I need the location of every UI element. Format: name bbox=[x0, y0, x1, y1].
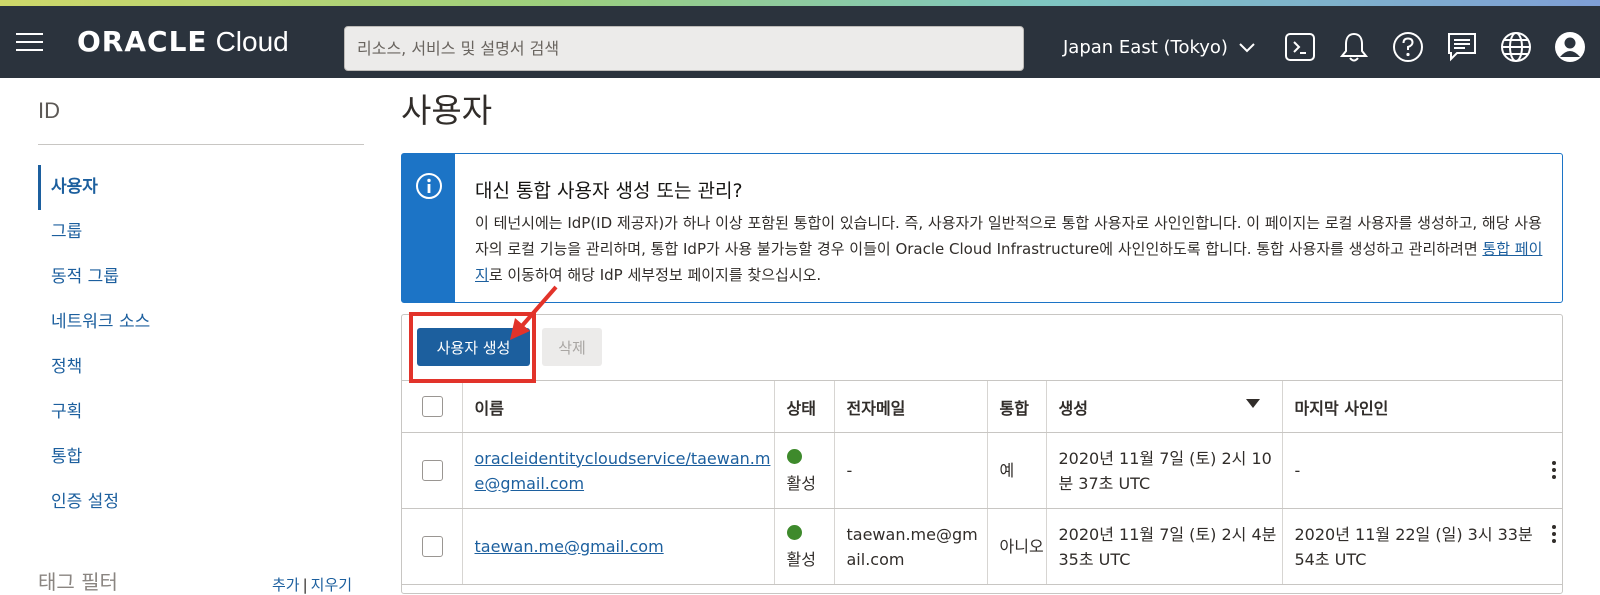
sidebar-item-dynamic-groups[interactable]: 동적 그룹 bbox=[38, 255, 368, 300]
row-actions-icon[interactable] bbox=[1552, 458, 1558, 482]
info-title: 대신 통합 사용자 생성 또는 관리? bbox=[475, 180, 743, 202]
tag-add-link[interactable]: 추가 bbox=[272, 576, 300, 594]
column-header-federated[interactable]: 통합 bbox=[986, 380, 1046, 433]
help-icon[interactable] bbox=[1391, 30, 1425, 64]
info-body: 이 테넌시에는 IdP(ID 제공자)가 하나 이상 포함된 통합이 있습니다.… bbox=[475, 210, 1545, 288]
region-label: Japan East (Tokyo) bbox=[1063, 37, 1228, 58]
status-active-dot bbox=[786, 448, 802, 464]
highlight-box bbox=[409, 312, 536, 383]
row-actions-icon[interactable] bbox=[1552, 522, 1558, 546]
column-header-created[interactable]: 생성 bbox=[1045, 380, 1282, 433]
last-signin-cell: 2020년 11월 22일 (일) 3시 33분 54초 UTC bbox=[1294, 524, 1533, 569]
column-header-last-signin[interactable]: 마지막 사인인 bbox=[1281, 380, 1562, 433]
page-title: 사용자 bbox=[401, 91, 493, 130]
region-selector[interactable]: Japan East (Tokyo) bbox=[1063, 37, 1256, 58]
info-text-before: 이 테넌시에는 IdP(ID 제공자)가 하나 이상 포함된 통합이 있습니다.… bbox=[475, 214, 1542, 258]
logo-brand: ORACLE bbox=[77, 25, 208, 58]
sidebar-nav: 사용자 그룹 동적 그룹 네트워크 소스 정책 구획 통합 인증 설정 bbox=[38, 165, 368, 525]
user-name-link[interactable]: oracleidentitycloudservice/taewan.me@gma… bbox=[475, 449, 771, 493]
sidebar-item-network-sources[interactable]: 네트워크 소스 bbox=[38, 300, 368, 345]
sidebar-item-users[interactable]: 사용자 bbox=[38, 165, 368, 210]
chevron-down-icon bbox=[1238, 43, 1255, 53]
sort-desc-icon[interactable] bbox=[1245, 398, 1260, 408]
info-banner: 대신 통합 사용자 생성 또는 관리? 이 테넌시에는 IdP(ID 제공자)가… bbox=[401, 153, 1563, 303]
sidebar: ID 사용자 그룹 동적 그룹 네트워크 소스 정책 구획 통합 인증 설정 태… bbox=[0, 78, 380, 594]
status-active-dot bbox=[786, 524, 802, 540]
row-checkbox[interactable] bbox=[422, 536, 443, 557]
cloud-shell-icon[interactable] bbox=[1283, 30, 1317, 64]
column-header-status[interactable]: 상태 bbox=[773, 380, 834, 433]
separator: | bbox=[302, 576, 308, 594]
sidebar-item-policies[interactable]: 정책 bbox=[38, 345, 368, 390]
email-cell: - bbox=[833, 432, 987, 509]
email-cell: taewan.me@gmail.com bbox=[833, 508, 987, 585]
user-profile-icon[interactable] bbox=[1553, 30, 1587, 64]
info-text-after: 로 이동하여 해당 IdP 세부정보 페이지를 찾으십시오. bbox=[488, 266, 822, 284]
search-input[interactable] bbox=[344, 26, 1024, 71]
delete-button: 삭제 bbox=[542, 328, 602, 366]
sidebar-item-auth-settings[interactable]: 인증 설정 bbox=[38, 480, 368, 525]
tag-clear-link[interactable]: 지우기 bbox=[311, 576, 352, 594]
logo-product: Cloud bbox=[215, 26, 289, 57]
tag-filter-actions: 추가 | 지우기 bbox=[272, 574, 352, 595]
tag-filter-title: 태그 필터 bbox=[38, 570, 118, 594]
info-banner-side bbox=[402, 154, 455, 302]
federated-cell: 아니오 bbox=[986, 508, 1046, 585]
status-text: 활성 bbox=[786, 473, 816, 493]
sidebar-item-groups[interactable]: 그룹 bbox=[38, 210, 368, 255]
sidebar-title: ID bbox=[38, 98, 60, 123]
menu-icon[interactable] bbox=[16, 31, 43, 53]
oracle-cloud-logo[interactable]: ORACLE Cloud bbox=[77, 28, 289, 56]
federated-cell: 예 bbox=[986, 432, 1046, 509]
info-icon bbox=[416, 173, 442, 199]
bell-icon[interactable] bbox=[1337, 30, 1371, 64]
divider bbox=[38, 144, 364, 145]
select-all-checkbox[interactable] bbox=[422, 396, 443, 417]
users-table: 이름 상태 전자메일 통합 생성 마지막 사인인 oracleidentityc… bbox=[402, 380, 1562, 585]
table-row: taewan.me@gmail.com 활성 taewan.me@gmail.c… bbox=[402, 508, 1562, 585]
column-header-email[interactable]: 전자메일 bbox=[833, 380, 987, 433]
table-header-row: 이름 상태 전자메일 통합 생성 마지막 사인인 bbox=[402, 380, 1562, 433]
users-table-panel: 사용자 생성 삭제 이름 상태 전자메일 통합 생성 마지막 사인인 oracl… bbox=[401, 314, 1563, 594]
table-row: oracleidentitycloudservice/taewan.me@gma… bbox=[402, 432, 1562, 509]
sidebar-item-compartments[interactable]: 구획 bbox=[38, 390, 368, 435]
last-signin-cell: - bbox=[1294, 461, 1301, 480]
sidebar-item-federation[interactable]: 통합 bbox=[38, 435, 368, 480]
row-checkbox[interactable] bbox=[422, 460, 443, 481]
created-cell: 2020년 11월 7일 (토) 2시 10분 37초 UTC bbox=[1045, 432, 1282, 509]
feedback-icon[interactable] bbox=[1445, 30, 1479, 64]
top-header: ORACLECloud Japan East (Tokyo) bbox=[0, 6, 1600, 78]
globe-icon[interactable] bbox=[1499, 30, 1533, 64]
column-header-name[interactable]: 이름 bbox=[461, 380, 774, 433]
user-name-link[interactable]: taewan.me@gmail.com bbox=[475, 537, 664, 556]
column-header-created-label: 생성 bbox=[1058, 398, 1088, 418]
created-cell: 2020년 11월 7일 (토) 2시 4분 35초 UTC bbox=[1045, 508, 1282, 585]
status-text: 활성 bbox=[786, 549, 816, 569]
